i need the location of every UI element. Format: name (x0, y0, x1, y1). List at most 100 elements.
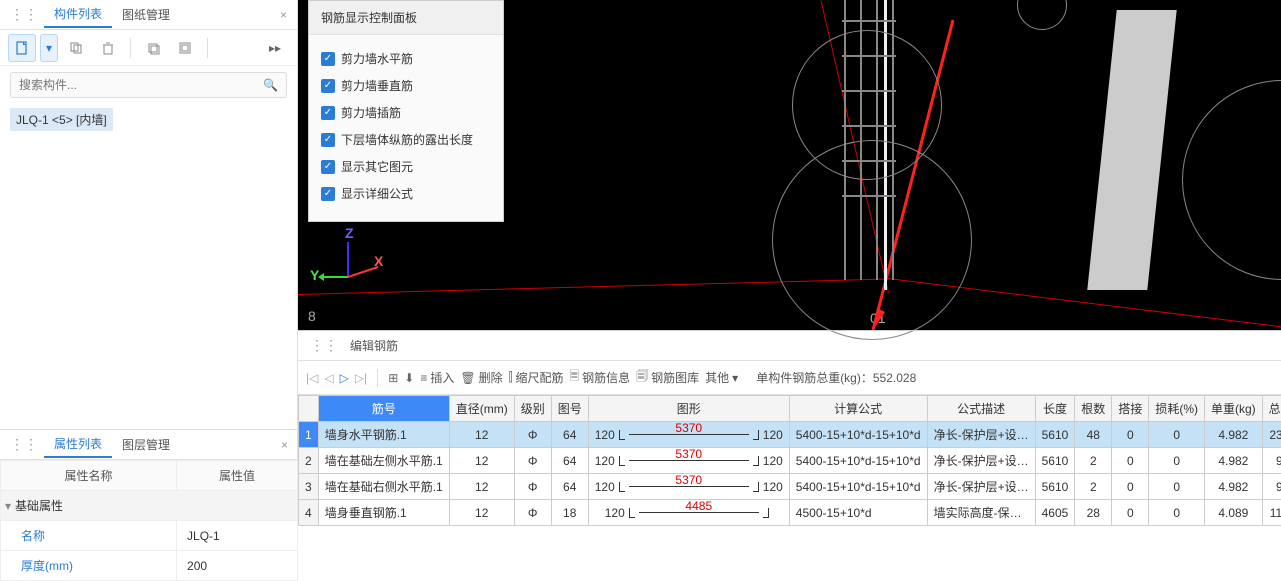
layer-copy-button[interactable] (139, 34, 167, 62)
col-header[interactable]: 长度 (1035, 396, 1075, 422)
cell-cnt[interactable]: 28 (1075, 500, 1112, 526)
cell-shape[interactable]: 1205370120 (588, 474, 789, 500)
cell-gid[interactable]: 64 (551, 422, 588, 448)
close-panel-icon[interactable]: × (275, 438, 294, 452)
cell-lap[interactable]: 0 (1112, 448, 1149, 474)
cell-uw[interactable]: 4.982 (1205, 474, 1263, 500)
cell-uw[interactable]: 4.089 (1205, 500, 1263, 526)
cell-tw[interactable]: 114.492 (1262, 500, 1281, 526)
cell-dia[interactable]: 12 (449, 474, 514, 500)
tab-components[interactable]: 构件列表 (44, 1, 112, 28)
cell-tw[interactable]: 239.136 (1262, 422, 1281, 448)
cell-name[interactable]: 墙身水平钢筋.1 (318, 422, 449, 448)
checkbox-label[interactable]: 剪力墙垂直筋 (341, 77, 413, 94)
cell-shape[interactable]: 1205370120 (588, 448, 789, 474)
nav-last-icon[interactable]: ▷| (355, 371, 367, 385)
col-header[interactable]: 图号 (551, 396, 588, 422)
cell-cnt[interactable]: 48 (1075, 422, 1112, 448)
viewport-3d[interactable]: 钢筋显示控制面板 ✓剪力墙水平筋 ✓剪力墙垂直筋 ✓剪力墙插筋 ✓下层墙体纵筋的… (298, 0, 1281, 330)
delete-button[interactable]: 🗑删除 (460, 369, 502, 386)
cell-uw[interactable]: 4.982 (1205, 448, 1263, 474)
down-button[interactable]: ⬇ (404, 371, 414, 385)
cell-loss[interactable]: 0 (1149, 422, 1205, 448)
cell-name[interactable]: 墙在基础左侧水平筋.1 (318, 448, 449, 474)
col-header[interactable]: 公式描述 (927, 396, 1035, 422)
tab-drawings[interactable]: 图纸管理 (112, 2, 180, 27)
cell-lap[interactable]: 0 (1112, 422, 1149, 448)
cell-grade[interactable]: Φ (514, 474, 551, 500)
tab-layers[interactable]: 图层管理 (112, 432, 180, 457)
cell-uw[interactable]: 4.982 (1205, 422, 1263, 448)
cell-loss[interactable]: 0 (1149, 448, 1205, 474)
cell-formula[interactable]: 4500-15+10*d (789, 500, 927, 526)
other-dropdown[interactable]: 其他 ▾ (705, 369, 738, 386)
cell-fdesc[interactable]: 墙实际高度-保… (927, 500, 1035, 526)
new-dropdown-button[interactable]: ▾ (40, 34, 58, 62)
cell-len[interactable]: 4605 (1035, 500, 1075, 526)
cell-loss[interactable]: 0 (1149, 474, 1205, 500)
checkbox-icon[interactable]: ✓ (321, 79, 335, 93)
cell-fdesc[interactable]: 净长-保护层+设… (927, 422, 1035, 448)
cell-grade[interactable]: Φ (514, 500, 551, 526)
tab-attributes[interactable]: 属性列表 (44, 431, 112, 458)
info-button[interactable]: 🗏钢筋信息 (569, 367, 630, 388)
col-header[interactable]: 单重(kg) (1205, 396, 1263, 422)
col-header[interactable]: 直径(mm) (449, 396, 514, 422)
drag-handle-icon[interactable]: ⋮⋮ (304, 337, 344, 354)
cell-loss[interactable]: 0 (1149, 500, 1205, 526)
nav-first-icon[interactable]: |◁ (306, 371, 318, 385)
cell-fdesc[interactable]: 净长-保护层+设… (927, 448, 1035, 474)
cell-gid[interactable]: 64 (551, 474, 588, 500)
checkbox-icon[interactable]: ✓ (321, 106, 335, 120)
table-row[interactable]: 2 墙在基础左侧水平筋.1 12 Φ 64 1205370120 5400-15… (299, 448, 1281, 474)
search-input-wrapper[interactable]: 🔍 (10, 72, 287, 98)
delete-button[interactable] (94, 34, 122, 62)
cell-gid[interactable]: 18 (551, 500, 588, 526)
col-header[interactable]: 搭接 (1112, 396, 1149, 422)
checkbox-icon[interactable]: ✓ (321, 52, 335, 66)
cell-tw[interactable]: 9.964 (1262, 474, 1281, 500)
component-list-item[interactable]: JLQ-1 <5> [内墙] (10, 108, 113, 131)
cell-formula[interactable]: 5400-15+10*d-15+10*d (789, 474, 927, 500)
cell-gid[interactable]: 64 (551, 448, 588, 474)
cell-formula[interactable]: 5400-15+10*d-15+10*d (789, 422, 927, 448)
checkbox-icon[interactable]: ✓ (321, 187, 335, 201)
cell-fdesc[interactable]: 净长-保护层+设… (927, 474, 1035, 500)
drag-handle-icon[interactable]: ⋮⋮ (4, 436, 44, 453)
checkbox-icon[interactable]: ✓ (321, 133, 335, 147)
cell-dia[interactable]: 12 (449, 448, 514, 474)
search-input[interactable] (19, 78, 263, 92)
drag-handle-icon[interactable]: ⋮⋮ (4, 6, 44, 23)
checkbox-label[interactable]: 剪力墙水平筋 (341, 50, 413, 67)
col-header[interactable]: 图形 (588, 396, 789, 422)
cell-len[interactable]: 5610 (1035, 422, 1075, 448)
cell-cnt[interactable]: 2 (1075, 474, 1112, 500)
cell-cnt[interactable]: 2 (1075, 448, 1112, 474)
insert-button[interactable]: ≡插入 (420, 369, 454, 386)
close-panel-icon[interactable]: × (274, 8, 293, 22)
cell-grade[interactable]: Φ (514, 422, 551, 448)
prop-value[interactable]: 200 (177, 551, 298, 581)
table-row[interactable]: 1 墙身水平钢筋.1 12 Φ 64 1205370120 5400-15+10… (299, 422, 1281, 448)
col-header[interactable]: 损耗(%) (1149, 396, 1205, 422)
nav-next-icon[interactable]: ▷ (340, 371, 349, 385)
table-row[interactable]: 3 墙在基础右侧水平筋.1 12 Φ 64 1205370120 5400-15… (299, 474, 1281, 500)
cell-dia[interactable]: 12 (449, 500, 514, 526)
col-header[interactable]: 根数 (1075, 396, 1112, 422)
checkbox-icon[interactable]: ✓ (321, 160, 335, 174)
copy-button[interactable] (62, 34, 90, 62)
scale-button[interactable]: ⫿缩尺配筋 (509, 369, 564, 386)
prop-category[interactable]: ▾基础属性 (1, 491, 298, 521)
checkbox-label[interactable]: 下层墙体纵筋的露出长度 (341, 131, 473, 148)
cell-name[interactable]: 墙在基础右侧水平筋.1 (318, 474, 449, 500)
cell-len[interactable]: 5610 (1035, 474, 1075, 500)
cell-lap[interactable]: 0 (1112, 500, 1149, 526)
cell-shape[interactable]: 1204485 (588, 500, 789, 526)
cell-lap[interactable]: 0 (1112, 474, 1149, 500)
layer-paste-button[interactable] (171, 34, 199, 62)
col-header[interactable]: 计算公式 (789, 396, 927, 422)
more-button[interactable]: ▸▸ (261, 34, 289, 62)
nav-prev-icon[interactable]: ◁ (324, 371, 333, 385)
cell-formula[interactable]: 5400-15+10*d-15+10*d (789, 448, 927, 474)
table-row[interactable]: 4 墙身垂直钢筋.1 12 Φ 18 1204485 4500-15+10*d … (299, 500, 1281, 526)
